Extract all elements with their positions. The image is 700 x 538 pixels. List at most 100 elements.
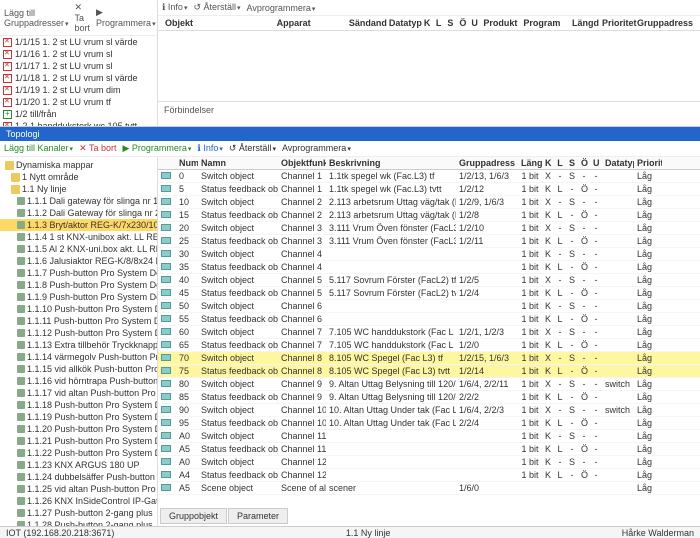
tree-item[interactable]: 1.1.12 Push-button Pro System Design: [0, 327, 157, 339]
table-row[interactable]: 75 Status feedback object Channel 8 8.10…: [158, 365, 700, 378]
group-address-item[interactable]: 1.2.1 handdukstork wc 105 tvtt: [0, 120, 157, 126]
tree-item[interactable]: 1.1.16 vid hörntrapa Push-button Pro Sys…: [0, 375, 157, 387]
table-row[interactable]: 30 Switch object Channel 4 1 bit K - S -…: [158, 248, 700, 261]
col-u[interactable]: U: [590, 157, 602, 169]
reset-button-2[interactable]: ↺ Återställ: [229, 143, 276, 154]
tree-item[interactable]: 1.1.21 Push-button Pro System Design: [0, 435, 157, 447]
group-address-item[interactable]: 1/1/20 1. 2 st LU vrum tf: [0, 96, 157, 108]
tree-item[interactable]: 1.1.18 Push-button Pro System Design: [0, 399, 157, 411]
add-group-address-button[interactable]: Lägg till Gruppadresser: [4, 8, 69, 28]
table-row[interactable]: 20 Switch object Channel 3 3.111 Vrum Öv…: [158, 222, 700, 235]
add-channels-button[interactable]: Lägg till Kanaler: [4, 143, 73, 154]
col-o[interactable]: Ö: [578, 157, 590, 169]
col-l[interactable]: L: [433, 18, 445, 28]
tree-item[interactable]: 1.1.10 Push-button Pro System Design: [0, 303, 157, 315]
col-s[interactable]: S: [444, 18, 456, 28]
tab-parameter[interactable]: Parameter: [228, 508, 288, 524]
col-beskrivning[interactable]: Beskrivning: [326, 157, 456, 169]
col-o[interactable]: Ö: [456, 18, 468, 28]
table-row[interactable]: 55 Status feedback object Channel 6 1 bi…: [158, 313, 700, 326]
tree-item[interactable]: 1.1.5 Al 2 KNX-uni.box akt. LL REG-K/4x2…: [0, 243, 157, 255]
group-address-item[interactable]: 1/2 till/från: [0, 108, 157, 120]
col-prioritet[interactable]: Prioritet: [599, 18, 634, 28]
tree-item[interactable]: 1.1.17 vid altan Push-button Pro System …: [0, 387, 157, 399]
tree-item[interactable]: 1.1.27 Push-button 2-gang plus: [0, 507, 157, 519]
col-objektfunktion[interactable]: Objektfunktion: [278, 157, 326, 169]
tree-item[interactable]: 1.1.8 Push-button Pro System Design: [0, 279, 157, 291]
col-l[interactable]: L: [554, 157, 566, 169]
col-datatyp[interactable]: Datatyp: [602, 157, 634, 169]
group-address-item[interactable]: 1/1/18 1. 2 st LU vrum sl värde: [0, 72, 157, 84]
device-tree[interactable]: Dynamiska mappar1 Nytt område1.1 Ny linj…: [0, 157, 158, 528]
col-prioritet[interactable]: Prioritet: [634, 157, 662, 169]
tree-item[interactable]: 1.1.19 Push-button Pro System Design: [0, 411, 157, 423]
table-row[interactable]: 35 Status feedback object Channel 4 1 bi…: [158, 261, 700, 274]
tree-item[interactable]: 1.1.14 värmegolv Push-button Pro System …: [0, 351, 157, 363]
table-row[interactable]: 60 Switch object Channel 7 7.105 WC hand…: [158, 326, 700, 339]
col-gruppadress[interactable]: Gruppadress: [634, 18, 696, 28]
group-address-item[interactable]: 1/1/17 1. 2 st LU vrum sl: [0, 60, 157, 72]
col-apparat[interactable]: Apparat: [274, 18, 346, 28]
col-datatyp[interactable]: Datatyp: [386, 18, 421, 28]
tree-item[interactable]: 1.1.23 KNX ARGUS 180 UP: [0, 459, 157, 471]
col-namn[interactable]: Namn: [198, 157, 278, 169]
group-address-item[interactable]: 1/1/19 1. 2 st LU vrum dim: [0, 84, 157, 96]
col-u[interactable]: U: [468, 18, 480, 28]
delete-button[interactable]: ✕ Ta bort: [75, 2, 91, 33]
tree-item[interactable]: 1.1.9 Push-button Pro System Design: [0, 291, 157, 303]
col-sandande[interactable]: Sändand: [346, 18, 386, 28]
tree-item[interactable]: 1.1.15 vid allkök Push-button Pro System…: [0, 363, 157, 375]
table-row[interactable]: 25 Status feedback object Channel 3 3.11…: [158, 235, 700, 248]
info-button-2[interactable]: ℹ Info: [197, 143, 222, 154]
tree-item[interactable]: 1.1 Ny linje: [0, 183, 157, 195]
group-address-item[interactable]: 1/1/15 1. 2 st LU vrum sl värde: [0, 36, 157, 48]
col-nummer[interactable]: Nummer: [176, 157, 198, 169]
table-row[interactable]: 5 Status feedback object Channel 1 1.1tk…: [158, 183, 700, 196]
table-row[interactable]: 40 Switch object Channel 5 5.117 Sovrum …: [158, 274, 700, 287]
tree-item[interactable]: 1.1.2 Dali Gateway för slinga nr 2 KNX D…: [0, 207, 157, 219]
table-row[interactable]: 10 Switch object Channel 2 2.113 arbetsr…: [158, 196, 700, 209]
col-langd[interactable]: Längd: [569, 18, 599, 28]
col-k[interactable]: K: [421, 18, 433, 28]
reset-button[interactable]: ↺ Återställ: [193, 2, 240, 13]
table-row[interactable]: 0 Switch object Channel 1 1.1tk spegel w…: [158, 170, 700, 183]
col-gruppadress[interactable]: Gruppadress: [456, 157, 518, 169]
col-program[interactable]: Program: [520, 18, 569, 28]
table-row[interactable]: 65 Status feedback object Channel 7 7.10…: [158, 339, 700, 352]
table-row[interactable]: A0 Switch object Channel 11 1 bit K - S …: [158, 430, 700, 443]
col-produkt[interactable]: Produkt: [480, 18, 520, 28]
table-row[interactable]: 90 Switch object Channel 10 10. Altan Ut…: [158, 404, 700, 417]
tree-item[interactable]: 1.1.22 Push-button Pro System Design: [0, 447, 157, 459]
table-row[interactable]: A0 Switch object Channel 12 1 bit K - S …: [158, 456, 700, 469]
tab-gruppobjekt[interactable]: Gruppobjekt: [160, 508, 227, 524]
program-button-2[interactable]: ▶ Programmera: [122, 143, 191, 154]
table-row[interactable]: A5 Status feedback object Channel 11 1 b…: [158, 443, 700, 456]
col-k[interactable]: K: [542, 157, 554, 169]
info-button[interactable]: ℹ Info: [162, 2, 187, 13]
col-objekt[interactable]: Objekt: [162, 18, 274, 28]
group-address-item[interactable]: 1/1/16 1. 2 st LU vrum sl: [0, 48, 157, 60]
table-row[interactable]: 80 Switch object Channel 9 9. Altan Utta…: [158, 378, 700, 391]
table-row[interactable]: A5 Scene object Scene of all channels sc…: [158, 482, 700, 495]
unprogram-button-2[interactable]: Avprogrammera: [282, 143, 351, 154]
tree-item[interactable]: 1.1.4 1 st KNX-unibox akt. LL REG-K/4x23…: [0, 231, 157, 243]
table-row[interactable]: A4 Status feedback object Channel 12 1 b…: [158, 469, 700, 482]
tree-item[interactable]: 1.1.13 Extra tillbehör Tryckknapp Pro Sy…: [0, 339, 157, 351]
tree-item[interactable]: 1.1.24 dubbelsäffer Push-button Pro Syst…: [0, 471, 157, 483]
tree-item[interactable]: Dynamiska mappar: [0, 159, 157, 171]
table-row[interactable]: 45 Status feedback object Channel 5 5.11…: [158, 287, 700, 300]
col-s[interactable]: S: [566, 157, 578, 169]
tree-item[interactable]: 1.1.1 Dali gateway för slinga nr 1 KNX D…: [0, 195, 157, 207]
col-langd[interactable]: Längd: [518, 157, 542, 169]
tree-item[interactable]: 1.1.7 Push-button Pro System Design: [0, 267, 157, 279]
program-button[interactable]: ▶ Programmera: [96, 7, 156, 28]
tree-item[interactable]: 1.1.20 Push-button Pro System Design: [0, 423, 157, 435]
table-row[interactable]: 50 Switch object Channel 6 1 bit K - S -…: [158, 300, 700, 313]
tree-item[interactable]: 1.1.3 Bryt/aktor REG-K/7x230/10 med hand…: [0, 219, 157, 231]
table-row[interactable]: 95 Status feedback object Channel 10 10.…: [158, 417, 700, 430]
table-row[interactable]: 15 Status feedback object Channel 2 2.11…: [158, 209, 700, 222]
tree-item[interactable]: 1.1.11 Push-button Pro System Design: [0, 315, 157, 327]
table-row[interactable]: 85 Status feedback object Channel 9 9. A…: [158, 391, 700, 404]
table-row[interactable]: 70 Switch object Channel 8 8.105 WC Speg…: [158, 352, 700, 365]
forbindelser-label[interactable]: Förbindelser: [158, 101, 700, 118]
